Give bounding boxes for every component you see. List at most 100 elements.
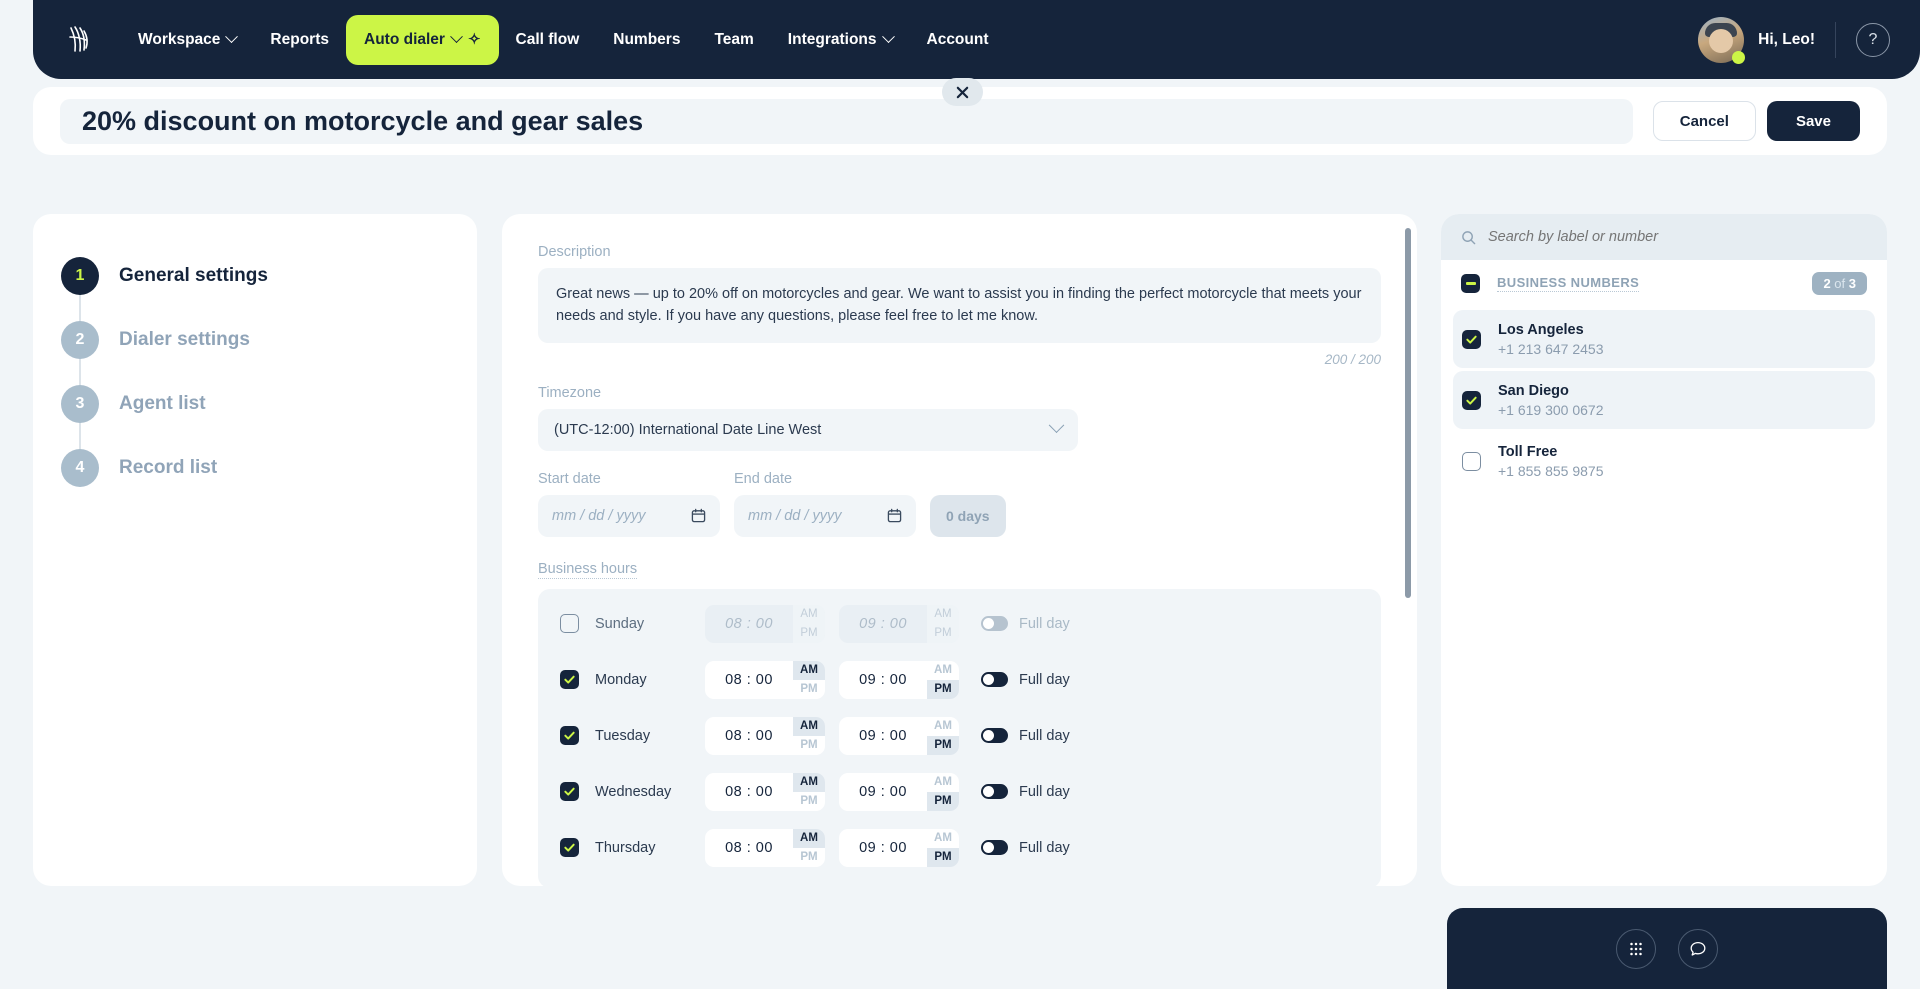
pm-option[interactable]: PM xyxy=(927,735,959,755)
campaign-title-input[interactable] xyxy=(60,98,1633,144)
am-option[interactable]: AM xyxy=(793,772,825,792)
sidebar-item-general-settings[interactable]: 1 General settings xyxy=(61,244,449,324)
description-textarea[interactable]: Great news — up to 20% off on motorcycle… xyxy=(538,268,1381,343)
nav-item-numbers[interactable]: Numbers xyxy=(596,21,697,59)
am-option[interactable]: AM xyxy=(927,773,959,792)
start-time-value[interactable]: 08 : 00 xyxy=(705,829,793,867)
start-time-value[interactable]: 08 : 00 xyxy=(705,605,793,643)
end-ampm-toggle[interactable]: AM PM xyxy=(927,604,959,643)
scrollbar-thumb[interactable] xyxy=(1405,228,1411,598)
day-checkbox-tuesday[interactable] xyxy=(560,726,579,746)
am-option[interactable]: AM xyxy=(927,604,959,624)
start-ampm-toggle[interactable]: AM PM xyxy=(793,716,825,755)
phone-number: +1 619 300 0672 xyxy=(1498,401,1604,418)
end-time-value[interactable]: 09 : 00 xyxy=(839,773,927,811)
sidebar-item-dialer-settings[interactable]: 2 Dialer settings xyxy=(61,308,449,388)
start-ampm-toggle[interactable]: AM PM xyxy=(793,660,825,699)
end-time-group-sunday[interactable]: 09 : 00 AM PM xyxy=(839,604,959,643)
start-time-value[interactable]: 08 : 00 xyxy=(705,773,793,811)
day-checkbox-sunday[interactable] xyxy=(560,614,579,634)
pm-option[interactable]: PM xyxy=(927,679,959,699)
end-ampm-toggle[interactable]: AM PM xyxy=(927,773,959,811)
start-time-group-sunday[interactable]: 08 : 00 AM PM xyxy=(705,604,825,643)
start-time-group-monday[interactable]: 08 : 00 AM PM xyxy=(705,660,825,699)
pm-option[interactable]: PM xyxy=(793,792,825,811)
full-day-toggle-tuesday[interactable] xyxy=(981,728,1008,744)
nav-item-integrations[interactable]: Integrations xyxy=(771,21,910,59)
dialpad-button[interactable] xyxy=(1616,928,1656,969)
end-ampm-toggle[interactable]: AM PM xyxy=(927,829,959,867)
end-time-value[interactable]: 09 : 00 xyxy=(839,605,927,643)
end-time-value[interactable]: 09 : 00 xyxy=(839,661,927,699)
day-checkbox-wednesday[interactable] xyxy=(560,782,579,802)
cancel-button[interactable]: Cancel xyxy=(1652,101,1756,141)
save-button[interactable]: Save xyxy=(1766,101,1860,141)
full-day-toggle-thursday[interactable] xyxy=(981,840,1008,856)
full-day-toggle-wednesday[interactable] xyxy=(981,784,1008,800)
number-checkbox-toll-free[interactable] xyxy=(1462,451,1481,471)
am-option[interactable]: AM xyxy=(793,716,825,736)
step-number: 1 xyxy=(61,257,99,295)
day-checkbox-monday[interactable] xyxy=(560,670,579,690)
end-time-value[interactable]: 09 : 00 xyxy=(839,829,927,867)
calendar-icon[interactable] xyxy=(691,508,706,523)
chat-button[interactable] xyxy=(1678,928,1718,969)
end-time-group-monday[interactable]: 09 : 00 AM PM xyxy=(839,660,959,699)
end-ampm-toggle[interactable]: AM PM xyxy=(927,661,959,699)
pm-option[interactable]: PM xyxy=(927,847,959,867)
nav-item-call-flow[interactable]: Call flow xyxy=(499,21,597,59)
timezone-select[interactable]: (UTC-12:00) International Date Line West xyxy=(538,408,1078,451)
sidebar-item-agent-list[interactable]: 3 Agent list xyxy=(61,372,449,452)
list-item[interactable]: San Diego +1 619 300 0672 xyxy=(1453,371,1875,429)
end-time-group-thursday[interactable]: 09 : 00 AM PM xyxy=(839,828,959,867)
am-option[interactable]: AM xyxy=(793,828,825,848)
start-time-group-thursday[interactable]: 08 : 00 AM PM xyxy=(705,828,825,867)
chevron-down-icon xyxy=(1048,417,1065,434)
end-time-value[interactable]: 09 : 00 xyxy=(839,717,927,755)
am-option[interactable]: AM xyxy=(927,717,959,736)
full-day-toggle-sunday[interactable] xyxy=(981,616,1008,632)
am-option[interactable]: AM xyxy=(793,604,825,624)
am-option[interactable]: AM xyxy=(927,829,959,848)
start-date-input[interactable]: mm / dd / yyyy xyxy=(538,494,720,537)
close-button[interactable] xyxy=(942,78,983,106)
nav-item-team[interactable]: Team xyxy=(697,21,770,59)
start-ampm-toggle[interactable]: AM PM xyxy=(793,604,825,643)
number-checkbox-san-diego[interactable] xyxy=(1462,390,1481,410)
start-ampm-toggle[interactable]: AM PM xyxy=(793,828,825,867)
sidebar-item-record-list[interactable]: 4 Record list xyxy=(61,436,449,500)
start-time-group-tuesday[interactable]: 08 : 00 AM PM xyxy=(705,716,825,755)
pm-option[interactable]: PM xyxy=(927,623,959,643)
avatar[interactable] xyxy=(1698,16,1746,64)
number-checkbox-los-angeles[interactable] xyxy=(1462,329,1481,349)
group-select-checkbox[interactable] xyxy=(1461,274,1480,293)
help-icon[interactable]: ? xyxy=(1856,22,1890,57)
chevron-down-icon xyxy=(225,30,239,44)
full-day-toggle-monday[interactable] xyxy=(981,672,1008,688)
end-ampm-toggle[interactable]: AM PM xyxy=(927,717,959,755)
list-item[interactable]: Los Angeles +1 213 647 2453 xyxy=(1453,310,1875,368)
list-item[interactable]: Toll Free +1 855 855 9875 xyxy=(1453,432,1875,490)
end-time-group-tuesday[interactable]: 09 : 00 AM PM xyxy=(839,716,959,755)
calendar-icon[interactable] xyxy=(887,508,902,523)
nav-item-auto-dialer[interactable]: Auto dialer ✧ xyxy=(346,14,499,65)
start-time-value[interactable]: 08 : 00 xyxy=(705,661,793,699)
end-time-group-wednesday[interactable]: 09 : 00 AM PM xyxy=(839,772,959,811)
pm-option[interactable]: PM xyxy=(793,623,825,643)
pm-option[interactable]: PM xyxy=(793,680,825,699)
nav-item-workspace[interactable]: Workspace xyxy=(121,21,253,59)
am-option[interactable]: AM xyxy=(927,661,959,680)
pm-option[interactable]: PM xyxy=(793,736,825,755)
end-date-input[interactable]: mm / dd / yyyy xyxy=(734,494,916,537)
nav-item-reports[interactable]: Reports xyxy=(253,21,346,59)
am-option[interactable]: AM xyxy=(793,660,825,680)
start-time-group-wednesday[interactable]: 08 : 00 AM PM xyxy=(705,772,825,811)
brand-logo-icon[interactable] xyxy=(61,23,95,57)
start-time-value[interactable]: 08 : 00 xyxy=(705,717,793,755)
start-ampm-toggle[interactable]: AM PM xyxy=(793,772,825,811)
nav-item-account[interactable]: Account xyxy=(910,21,1006,59)
pm-option[interactable]: PM xyxy=(927,791,959,811)
day-checkbox-thursday[interactable] xyxy=(560,838,579,858)
search-input[interactable] xyxy=(1488,229,1867,245)
pm-option[interactable]: PM xyxy=(793,848,825,867)
